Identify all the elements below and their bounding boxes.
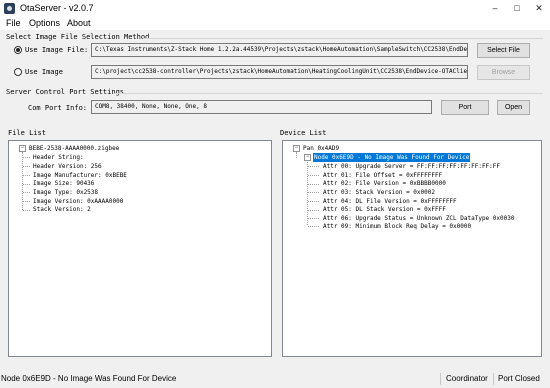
com-port-info-field[interactable]: COM8, 38400, None, None, One, 8: [91, 100, 432, 114]
tree-guide: [308, 166, 319, 167]
device-list-tree[interactable]: − Pan 0x4AD9 − Node 0x6E9D - No Image Wa…: [282, 140, 542, 357]
collapse-icon[interactable]: −: [19, 145, 26, 152]
minimize-button[interactable]: –: [484, 1, 506, 15]
collapse-icon[interactable]: −: [304, 154, 311, 161]
image-path-field[interactable]: C:\project\cc2538-controller\Projects\zs…: [91, 65, 468, 79]
tree-item[interactable]: Image Size: 90436: [33, 179, 94, 188]
image-file-path-field[interactable]: C:\Texas Instruments\Z-Stack Home 1.2.2a…: [91, 43, 468, 57]
tree-guide: [296, 152, 297, 158]
file-list-heading: File List: [8, 129, 46, 137]
title-bar: OtaServer - v2.0.7 – □ ✕: [0, 0, 550, 17]
collapse-icon[interactable]: −: [293, 145, 300, 152]
close-button[interactable]: ✕: [528, 1, 550, 15]
port-settings-heading: Server Control Port Settings: [6, 88, 125, 96]
maximize-button[interactable]: □: [506, 1, 528, 15]
tree-item[interactable]: Header String:: [33, 153, 84, 162]
tree-guide: [307, 162, 308, 225]
attr-item[interactable]: Attr 09: Minimum Block Req Delay = 0x000…: [323, 222, 471, 231]
tree-guide: [308, 218, 319, 219]
tree-guide: [23, 166, 30, 167]
window-title: OtaServer - v2.0.7: [20, 3, 94, 13]
status-role: Coordinator: [446, 374, 488, 383]
tree-guide: [23, 210, 30, 211]
tree-guide: [23, 201, 30, 202]
tree-item[interactable]: Image Type: 0x2538: [33, 188, 98, 197]
tree-guide: [308, 210, 319, 211]
tree-guide: [23, 192, 30, 193]
com-port-label: Com Port Info:: [28, 104, 88, 112]
group-divider: [113, 93, 543, 94]
tree-guide: [23, 184, 30, 185]
use-image-file-label: Use Image File:: [25, 46, 89, 54]
tree-guide: [23, 175, 30, 176]
use-image-radio[interactable]: [14, 68, 22, 76]
attr-item[interactable]: Attr 05: DL Stack Version = 0xFFFF: [323, 205, 446, 214]
port-button[interactable]: Port: [441, 100, 489, 115]
attr-item[interactable]: Attr 00: Upgrade Server = FF:FF:FF:FF:FF…: [323, 162, 500, 171]
tree-guide: [308, 226, 319, 227]
group-divider: [143, 38, 543, 39]
browse-button[interactable]: Browse: [477, 65, 530, 80]
tree-guide: [308, 192, 319, 193]
tree-item[interactable]: Header Version: 256: [33, 162, 102, 171]
device-node[interactable]: Node 0x6E9D - No Image Was Found For Dev…: [313, 153, 471, 162]
tree-item[interactable]: Stack Version: 2: [33, 205, 91, 214]
tree-guide: [308, 184, 319, 185]
status-bar: Node 0x6E9D - No Image Was Found For Dev…: [0, 370, 550, 388]
open-button[interactable]: Open: [497, 100, 530, 115]
tree-guide: [308, 175, 319, 176]
attr-item[interactable]: Attr 03: Stack Version = 0x0002: [323, 188, 435, 197]
device-list-heading: Device List: [280, 129, 327, 137]
use-image-label: Use Image: [25, 68, 63, 76]
menu-options[interactable]: Options: [29, 18, 60, 28]
status-separator: [440, 373, 441, 385]
file-tree-root[interactable]: BEBE-2538-AAAA0000.zigbee: [29, 144, 119, 153]
status-port-state: Port Closed: [498, 374, 540, 383]
select-file-button[interactable]: Select File: [477, 43, 530, 58]
tree-guide: [23, 157, 30, 158]
app-icon: [4, 3, 15, 14]
status-separator: [493, 373, 494, 385]
menu-about[interactable]: About: [67, 18, 91, 28]
file-list-tree[interactable]: − BEBE-2538-AAAA0000.zigbee Header Strin…: [8, 140, 272, 357]
attr-item[interactable]: Attr 02: File Version = 0xBBBB0000: [323, 179, 446, 188]
image-selection-heading: Select Image File Selection Method: [6, 33, 150, 41]
menu-file[interactable]: File: [6, 18, 21, 28]
use-image-file-radio[interactable]: [14, 46, 22, 54]
status-message: Node 0x6E9D - No Image Was Found For Dev…: [1, 374, 177, 383]
tree-guide: [308, 201, 319, 202]
menu-bar: File Options About: [0, 17, 550, 30]
pan-node[interactable]: Pan 0x4AD9: [303, 144, 339, 153]
